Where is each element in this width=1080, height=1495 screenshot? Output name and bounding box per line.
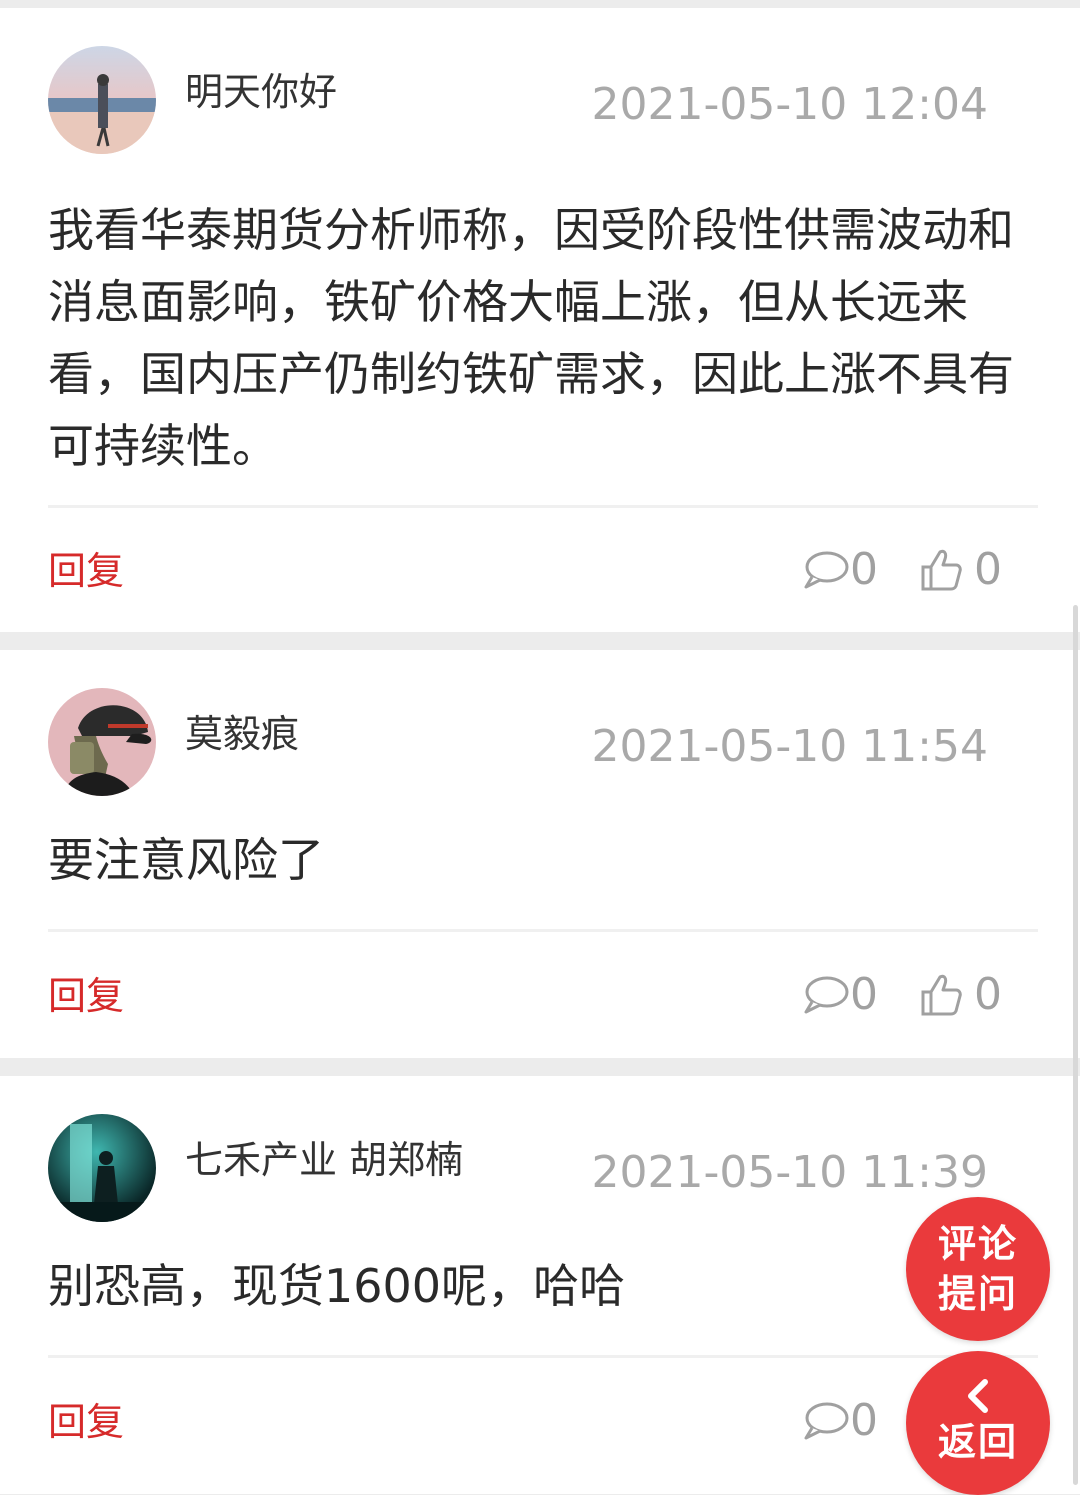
timestamp: 2021-05-10 11:54 <box>591 721 989 772</box>
comment-count: 0 <box>850 1395 878 1446</box>
avatar[interactable] <box>48 1114 156 1222</box>
speech-bubble-icon <box>802 549 850 591</box>
timestamp: 2021-05-10 11:39 <box>591 1147 989 1198</box>
username: 莫毅痕 <box>185 712 300 756</box>
back-button[interactable]: 返回 <box>906 1351 1050 1495</box>
speech-bubble-icon <box>802 974 850 1016</box>
username: 明天你好 <box>185 70 338 114</box>
reply-button[interactable]: 回复 <box>48 1400 124 1444</box>
thumbs-up-icon <box>920 973 962 1017</box>
like-button[interactable]: 0 <box>920 545 1002 595</box>
timestamp: 2021-05-10 12:04 <box>591 79 989 130</box>
comment-count: 0 <box>850 544 878 595</box>
divider <box>48 929 1038 932</box>
comment-count-button[interactable]: 0 <box>802 1396 878 1446</box>
comment-text: 我看华泰期货分析师称，因受阶段性供需波动和消息面影响，铁矿价格大幅上涨，但从长远… <box>48 203 1014 473</box>
like-count: 0 <box>974 969 1002 1020</box>
comment-count-button[interactable]: 0 <box>802 970 878 1020</box>
comment-count-button[interactable]: 0 <box>802 545 878 595</box>
speech-bubble-icon <box>802 1400 850 1442</box>
fab-ask-line2: 提问 <box>937 1272 1018 1316</box>
scrollbar[interactable] <box>1073 605 1078 1485</box>
like-count: 0 <box>974 544 1002 595</box>
fab-ask-line1: 评论 <box>937 1222 1018 1266</box>
reply-button[interactable]: 回复 <box>48 549 124 593</box>
divider <box>48 1355 1038 1358</box>
comment-count: 0 <box>850 969 878 1020</box>
avatar[interactable] <box>48 46 156 154</box>
avatar[interactable] <box>48 688 156 796</box>
reply-button[interactable]: 回复 <box>48 974 124 1018</box>
back-label: 返回 <box>937 1420 1018 1464</box>
divider <box>48 505 1038 508</box>
chevron-left-icon <box>963 1379 993 1417</box>
comment-card: 莫毅痕 2021-05-10 11:54 要注意风险了 回复 0 0 <box>0 650 1080 1058</box>
comment-text: 要注意风险了 <box>48 833 324 887</box>
comment-text: 别恐高，现货1600呢，哈哈 <box>48 1259 626 1313</box>
thumbs-up-icon <box>920 548 962 592</box>
comment-ask-button[interactable]: 评论 提问 <box>906 1197 1050 1341</box>
username: 七禾产业 胡郑楠 <box>185 1138 464 1182</box>
like-button[interactable]: 0 <box>920 970 1002 1020</box>
comment-card: 明天你好 2021-05-10 12:04 我看华泰期货分析师称，因受阶段性供需… <box>0 8 1080 632</box>
